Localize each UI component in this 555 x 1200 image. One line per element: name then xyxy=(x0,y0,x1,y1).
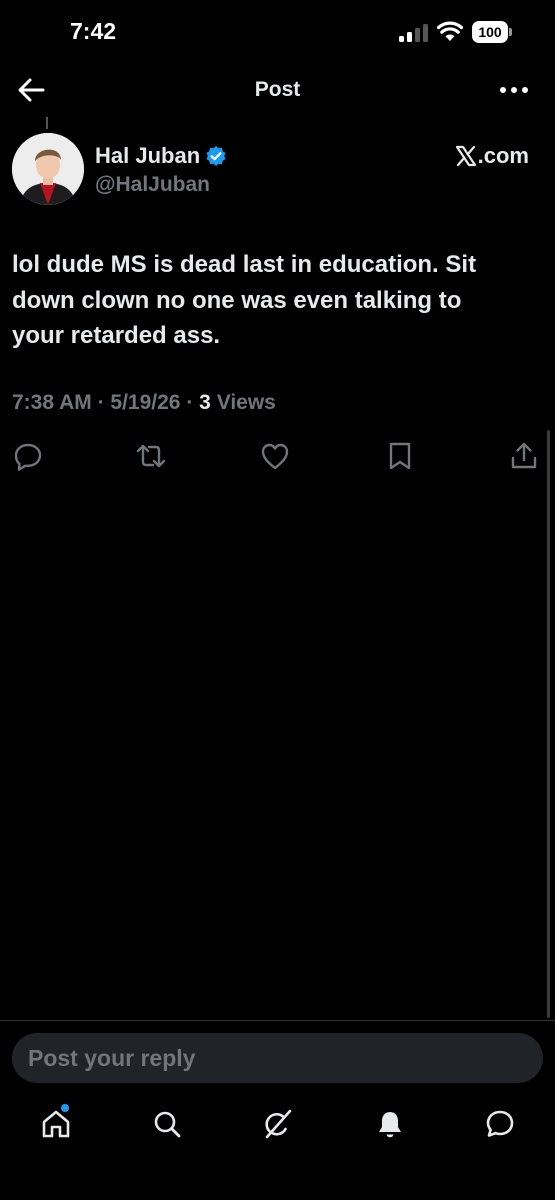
bookmark-icon xyxy=(389,442,411,470)
more-button[interactable] xyxy=(498,76,530,104)
author-handle[interactable]: @HalJuban xyxy=(95,173,210,197)
post-screen: 7:42 100 Post Hal Juban @HalJuban .com l… xyxy=(0,0,555,1200)
x-logo-icon xyxy=(455,145,476,167)
share-icon xyxy=(511,442,537,469)
tab-home[interactable] xyxy=(40,1108,72,1140)
avatar[interactable] xyxy=(12,133,84,205)
notifications-icon xyxy=(379,1112,401,1138)
share-button[interactable] xyxy=(508,440,540,472)
tab-notifications[interactable] xyxy=(374,1108,406,1140)
reply-button[interactable] xyxy=(12,440,44,472)
tab-grok[interactable] xyxy=(262,1108,294,1140)
tab-search[interactable] xyxy=(151,1108,183,1140)
grok-icon xyxy=(265,1109,292,1139)
reply-icon xyxy=(14,443,42,471)
battery-level: 100 xyxy=(472,21,508,43)
views-count[interactable]: 3 xyxy=(199,391,211,414)
tab-bar xyxy=(0,1100,555,1150)
display-name[interactable]: Hal Juban xyxy=(95,143,200,169)
post-source: .com xyxy=(455,143,529,169)
messages-icon xyxy=(486,1110,514,1137)
post-date: 5/19/26 xyxy=(110,391,181,414)
status-time: 7:42 xyxy=(70,18,117,44)
divider xyxy=(0,1020,555,1021)
meta-separator: · xyxy=(186,391,200,414)
reply-input[interactable] xyxy=(12,1033,543,1083)
status-bar: 7:42 100 xyxy=(0,0,555,66)
more-horizontal-icon xyxy=(500,87,528,93)
scrollbar[interactable] xyxy=(547,430,550,1018)
like-button[interactable] xyxy=(259,440,291,472)
post-meta: 7:38 AM · 5/19/26 · 3 Views xyxy=(12,391,276,415)
repost-icon xyxy=(136,444,166,468)
source-text: .com xyxy=(477,143,529,168)
home-icon xyxy=(42,1110,70,1138)
views-label[interactable]: Views xyxy=(217,391,276,414)
battery-icon: 100 xyxy=(472,21,512,43)
post-time: 7:38 AM xyxy=(12,391,92,414)
post-header: Post xyxy=(0,66,555,114)
search-icon xyxy=(154,1111,181,1138)
wifi-icon xyxy=(437,21,463,41)
thread-line xyxy=(46,117,48,129)
page-title: Post xyxy=(254,78,301,101)
repost-button[interactable] xyxy=(135,440,167,472)
meta-separator: · xyxy=(97,391,111,414)
verified-badge-icon xyxy=(206,146,226,166)
signal-icon xyxy=(399,22,429,42)
post-text: lol dude MS is dead last in education. S… xyxy=(12,251,477,349)
post-actions xyxy=(0,436,555,476)
tab-messages[interactable] xyxy=(484,1108,516,1140)
author-name-row[interactable]: Hal Juban xyxy=(95,142,227,170)
like-icon xyxy=(261,443,289,470)
avatar-image xyxy=(12,133,84,205)
bookmark-button[interactable] xyxy=(384,440,416,472)
home-notification-dot xyxy=(61,1104,69,1112)
